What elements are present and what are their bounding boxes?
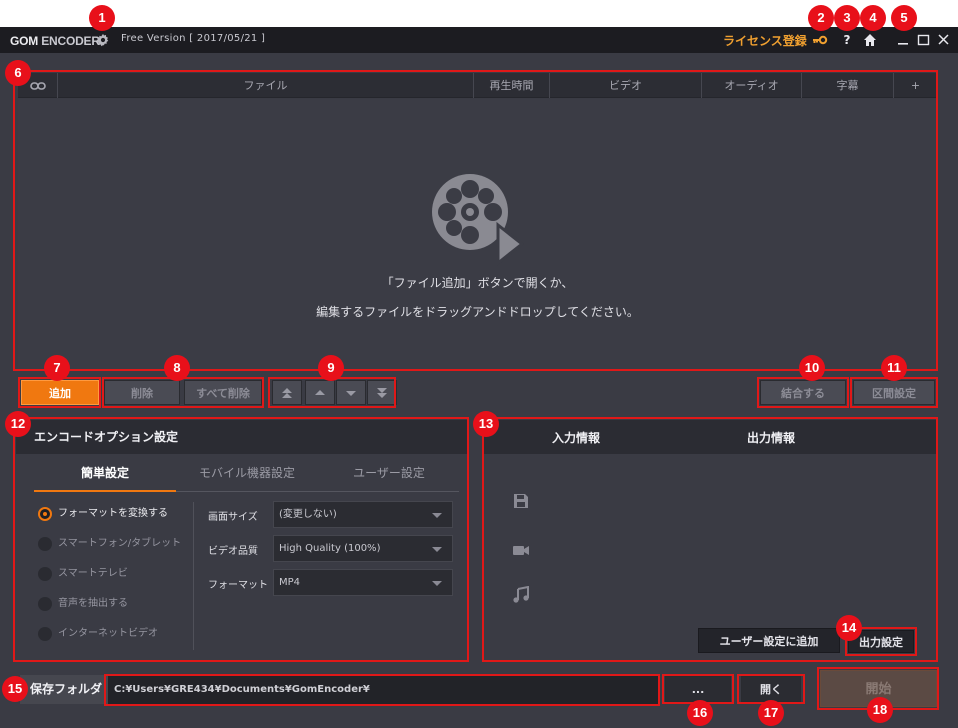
video-quality-label: ビデオ品質 bbox=[208, 546, 258, 557]
chevron-down-icon bbox=[432, 581, 442, 586]
callout-marker-3: 3 bbox=[834, 5, 860, 31]
move-top-button[interactable] bbox=[272, 380, 302, 405]
video-camera-icon bbox=[513, 546, 529, 555]
minimize-icon[interactable] bbox=[896, 32, 912, 48]
save-disk-icon bbox=[514, 494, 528, 508]
screen-size-label: 画面サイズ bbox=[208, 512, 258, 523]
callout-marker-10: 10 bbox=[799, 355, 825, 381]
open-folder-button[interactable]: 開く bbox=[741, 676, 801, 702]
callout-marker-4: 4 bbox=[860, 5, 886, 31]
move-bottom-button[interactable] bbox=[367, 380, 397, 405]
callout-marker-14: 14 bbox=[836, 615, 862, 641]
callout-marker-13: 13 bbox=[473, 411, 499, 437]
column-file[interactable]: ファイル bbox=[58, 73, 474, 98]
callout-marker-15: 15 bbox=[2, 676, 28, 702]
input-info-label: 入力情報 bbox=[552, 431, 601, 445]
format-label: フォーマット bbox=[208, 580, 268, 591]
encode-tabs: 簡単設定 モバイル機器設定 ユーザー設定 bbox=[34, 454, 459, 492]
encode-options-panel: エンコードオプション設定 簡単設定 モバイル機器設定 ユーザー設定 フォーマット… bbox=[16, 420, 467, 660]
save-folder-path[interactable]: C:¥Users¥GRE434¥Documents¥GomEncoder¥ bbox=[108, 675, 658, 704]
empty-hint-line2: 編集するファイルをドラッグアンドドロップしてください。 bbox=[316, 305, 639, 319]
callout-marker-1: 1 bbox=[89, 5, 115, 31]
encode-options-title: エンコードオプション設定 bbox=[16, 420, 467, 454]
file-list-header: ファイル 再生時間 ビデオ オーディオ 字幕 + bbox=[18, 73, 937, 98]
callout-marker-6: 6 bbox=[5, 60, 31, 86]
format-select[interactable]: MP4 bbox=[273, 569, 453, 596]
callout-marker-7: 7 bbox=[44, 355, 70, 381]
info-panel: 入力情報 出力情報 bbox=[484, 420, 936, 660]
move-down-button[interactable] bbox=[336, 380, 366, 405]
key-icon[interactable] bbox=[812, 32, 828, 48]
move-up-button[interactable] bbox=[305, 380, 335, 405]
title-bar: GOM ENCODER Free Version [ 2017/05/21 ] … bbox=[0, 27, 958, 53]
callout-marker-18: 18 bbox=[867, 697, 893, 723]
empty-hint-line1: 「ファイル追加」ボタンで開くか、 bbox=[381, 276, 574, 290]
info-header: 入力情報 出力情報 bbox=[484, 420, 936, 454]
browse-button[interactable]: ... bbox=[665, 676, 731, 702]
close-icon[interactable] bbox=[936, 32, 952, 48]
add-column-button[interactable]: + bbox=[894, 73, 937, 98]
merge-button[interactable]: 結合する bbox=[760, 380, 846, 405]
output-info-label: 出力情報 bbox=[747, 431, 796, 445]
chain-link-icon bbox=[29, 82, 46, 90]
home-icon[interactable] bbox=[862, 32, 878, 48]
app-logo: GOM ENCODER bbox=[10, 34, 100, 48]
screen-size-select[interactable]: (変更しない) bbox=[273, 501, 453, 528]
maximize-icon[interactable] bbox=[916, 32, 932, 48]
double-down-arrow-icon bbox=[377, 388, 387, 398]
chevron-down-icon bbox=[432, 547, 442, 552]
gear-icon[interactable] bbox=[96, 33, 110, 47]
video-quality-select[interactable]: High Quality (100%) bbox=[273, 535, 453, 562]
radio-dot bbox=[38, 567, 52, 581]
column-duration[interactable]: 再生時間 bbox=[474, 73, 550, 98]
license-link[interactable]: ライセンス登録 bbox=[723, 32, 807, 49]
file-list-empty-area[interactable]: 「ファイル追加」ボタンで開くか、 編集するファイルをドラッグアンドドロップしてく… bbox=[18, 99, 937, 369]
radio-dot bbox=[38, 537, 52, 551]
radio-dot bbox=[38, 507, 52, 521]
delete-button[interactable]: 削除 bbox=[104, 380, 180, 405]
column-video[interactable]: ビデオ bbox=[550, 73, 702, 98]
file-list[interactable]: ファイル 再生時間 ビデオ オーディオ 字幕 + 「ファイル追加」ボタンで開くか… bbox=[18, 73, 937, 369]
radio-dot bbox=[38, 627, 52, 641]
callout-marker-2: 2 bbox=[808, 5, 834, 31]
callout-marker-17: 17 bbox=[758, 700, 784, 726]
save-folder-label: 保存フォルダ bbox=[20, 675, 108, 704]
double-up-arrow-icon bbox=[282, 388, 292, 398]
chevron-down-icon bbox=[432, 513, 442, 518]
callout-marker-8: 8 bbox=[164, 355, 190, 381]
add-button[interactable]: 追加 bbox=[21, 380, 99, 405]
add-to-user-settings-button[interactable]: ユーザー設定に追加 bbox=[698, 628, 840, 653]
delete-all-button[interactable]: すべて削除 bbox=[184, 380, 262, 405]
tab-simple[interactable]: 簡単設定 bbox=[34, 454, 176, 492]
options-divider bbox=[193, 502, 194, 650]
callout-marker-9: 9 bbox=[318, 355, 344, 381]
column-audio[interactable]: オーディオ bbox=[702, 73, 802, 98]
help-icon[interactable]: ? bbox=[839, 32, 855, 48]
callout-marker-5: 5 bbox=[891, 5, 917, 31]
version-label: Free Version [ 2017/05/21 ] bbox=[121, 33, 266, 44]
music-note-icon bbox=[513, 586, 529, 603]
callout-marker-11: 11 bbox=[881, 355, 907, 381]
up-arrow-icon bbox=[315, 390, 325, 395]
tab-user[interactable]: ユーザー設定 bbox=[318, 454, 460, 492]
tab-mobile[interactable]: モバイル機器設定 bbox=[176, 454, 318, 492]
film-reel-icon bbox=[432, 174, 525, 267]
radio-dot bbox=[38, 597, 52, 611]
down-arrow-icon bbox=[346, 391, 356, 396]
column-subtitle[interactable]: 字幕 bbox=[802, 73, 894, 98]
range-settings-button[interactable]: 区間設定 bbox=[853, 380, 935, 405]
callout-marker-16: 16 bbox=[687, 700, 713, 726]
callout-marker-12: 12 bbox=[5, 411, 31, 437]
